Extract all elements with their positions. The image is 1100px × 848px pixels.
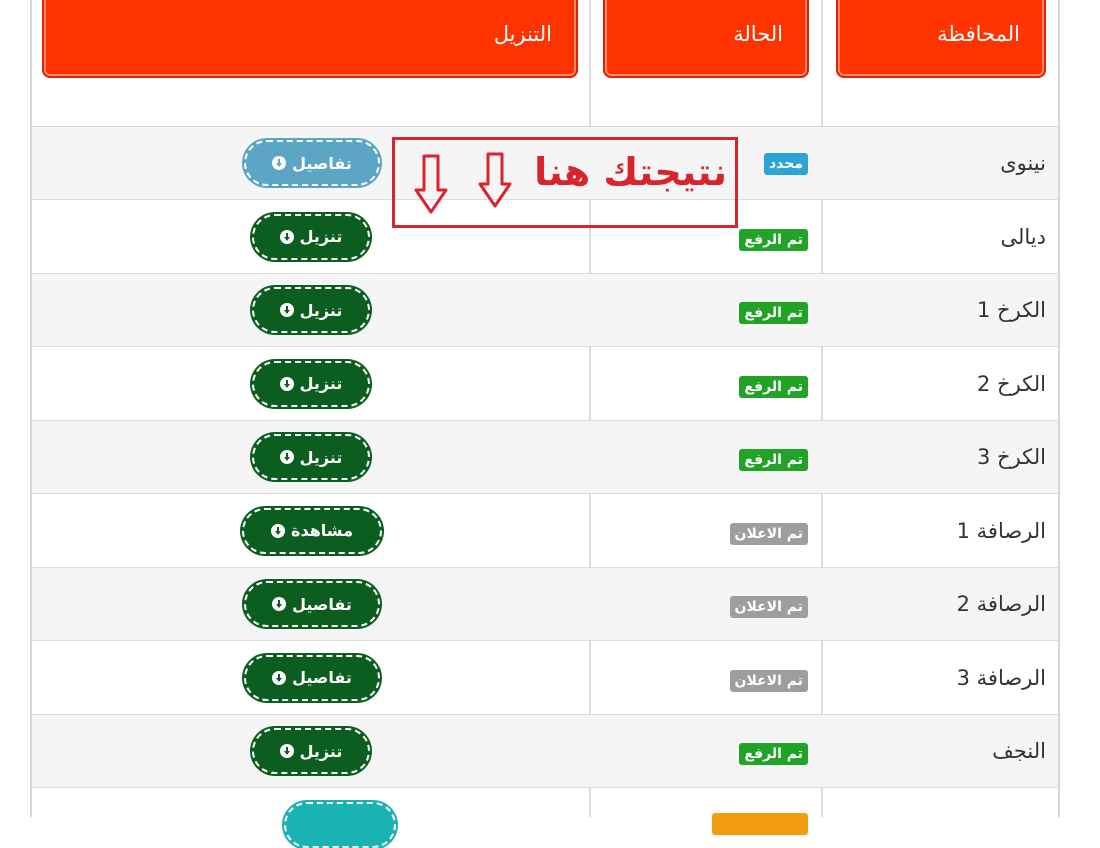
download-circle-icon xyxy=(279,229,294,244)
table-row: النجف تم الرفع تنزيل xyxy=(32,715,1058,788)
action-button[interactable]: تنزيل xyxy=(252,360,370,407)
download-circle-icon xyxy=(279,303,294,317)
action-button[interactable]: تفاصيل xyxy=(244,140,380,186)
download-circle-icon xyxy=(271,523,286,538)
header-status-label: الحالة xyxy=(733,22,783,46)
table-row-partial xyxy=(32,790,1058,848)
action-button-label: تنزيل xyxy=(299,227,343,246)
header-status-button[interactable]: الحالة xyxy=(603,0,809,78)
status-badge: محدد xyxy=(763,153,808,175)
action-button-label: تنزيل xyxy=(299,374,343,393)
results-table: المحافظة الحالة التنزيل نينوى محدد تفاصيل د… xyxy=(30,0,1060,848)
header-download-label: التنزيل xyxy=(493,22,552,46)
governorate-name: الكرخ 1 xyxy=(976,298,1046,322)
status-badge: تم الاعلان xyxy=(729,522,808,545)
table-row: الرصافة 3 تم الاعلان تفاصيل xyxy=(32,642,1058,715)
table-row: الكرخ 3 تم الرفع تنزيل xyxy=(32,421,1058,494)
governorate-name: ديالى xyxy=(1000,224,1047,249)
table-row: الرصافة 2 تم الاعلان تفاصيل xyxy=(32,568,1058,641)
table-row: الكرخ 1 تم الرفع تنزيل xyxy=(32,274,1058,347)
header-governorate-button[interactable]: المحافظة xyxy=(836,0,1046,78)
action-button[interactable]: تنزيل xyxy=(252,434,370,480)
governorate-name: نينوى xyxy=(1000,151,1046,175)
action-button[interactable]: تفاصيل xyxy=(244,581,380,627)
download-circle-icon xyxy=(279,376,294,391)
download-circle-icon xyxy=(272,670,287,685)
status-badge: تم الرفع xyxy=(739,375,808,398)
header-download-button[interactable]: التنزيل xyxy=(42,0,578,78)
action-button[interactable]: تنزيل xyxy=(252,287,370,333)
action-button-label: تنزيل xyxy=(299,300,343,320)
status-badge: تم الرفع xyxy=(739,449,808,471)
status-badge: تم الاعلان xyxy=(729,596,808,618)
action-button[interactable]: تنزيل xyxy=(252,728,370,774)
down-arrow-icon xyxy=(478,152,512,208)
result-annotation-text: نتيجتك هنا xyxy=(534,150,727,194)
governorate-name: الكرخ 2 xyxy=(976,371,1046,396)
header-governorate-label: المحافظة xyxy=(937,22,1020,46)
status-badge-partial xyxy=(712,813,808,835)
result-annotation-box: نتيجتك هنا xyxy=(392,137,738,228)
down-arrow-icon xyxy=(414,154,448,214)
action-button-label: تفاصيل xyxy=(292,153,352,173)
action-button-partial[interactable] xyxy=(284,802,396,848)
status-badge: تم الرفع xyxy=(739,302,808,324)
action-button-label: تفاصيل xyxy=(292,594,352,614)
action-button[interactable]: تنزيل xyxy=(252,213,370,260)
action-button-label: مشاهدة xyxy=(291,521,353,540)
download-circle-icon xyxy=(279,450,294,464)
download-circle-icon xyxy=(272,597,287,611)
action-button-label: تفاصيل xyxy=(292,668,352,687)
status-badge: تم الرفع xyxy=(739,743,808,765)
action-button-label: تنزيل xyxy=(299,447,343,467)
governorate-name: الرصافة 1 xyxy=(956,518,1046,543)
action-button-label: تنزيل xyxy=(299,741,343,761)
table-row: الكرخ 2 تم الرفع تنزيل xyxy=(32,348,1058,421)
table-row: الرصافة 1 تم الاعلان مشاهدة xyxy=(32,495,1058,568)
governorate-name: الرصافة 2 xyxy=(956,592,1046,616)
governorate-name: الرصافة 3 xyxy=(956,665,1046,690)
status-badge: تم الاعلان xyxy=(729,669,808,692)
table-header: المحافظة الحالة التنزيل xyxy=(32,0,1058,129)
download-circle-icon xyxy=(272,156,287,170)
governorate-name: الكرخ 3 xyxy=(976,445,1046,469)
download-circle-icon xyxy=(279,744,294,758)
status-badge: تم الرفع xyxy=(739,228,808,251)
action-button[interactable]: مشاهدة xyxy=(242,507,382,554)
action-button[interactable]: تفاصيل xyxy=(244,654,380,701)
governorate-name: النجف xyxy=(992,739,1046,763)
